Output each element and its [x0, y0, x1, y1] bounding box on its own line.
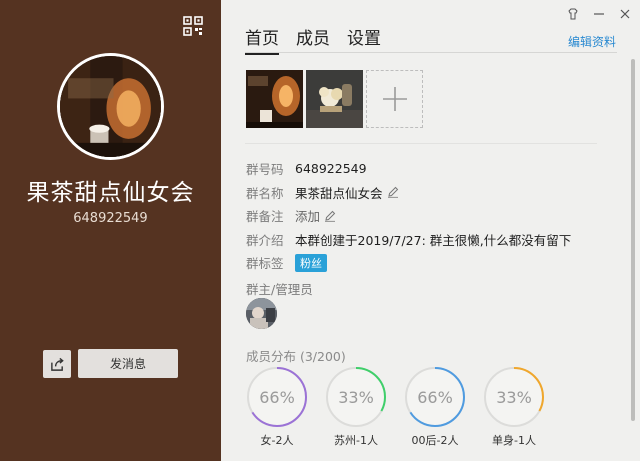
group-tag[interactable]: 粉丝 [295, 253, 327, 272]
ring-percent: 33% [496, 387, 532, 407]
share-icon [50, 357, 64, 371]
ring-percent: 66% [417, 387, 453, 407]
distribution-item: 66% 00后-2人 [403, 366, 467, 448]
add-remark-link[interactable]: 添加 [295, 206, 320, 225]
group-avatar[interactable] [57, 53, 164, 160]
ring-label: 00后-2人 [411, 434, 459, 447]
progress-ring: 66% [404, 366, 466, 428]
info-label: 群名称 [246, 185, 284, 201]
tab-settings[interactable]: 设置 [347, 24, 381, 55]
tab-home[interactable]: 首页 [245, 24, 279, 55]
progress-ring: 66% [246, 366, 308, 428]
left-panel: 果茶甜点仙女会 648922549 发消息 [0, 0, 221, 461]
progress-ring: 33% [483, 366, 545, 428]
progress-ring: 33% [325, 366, 387, 428]
info-row-remark: 群备注 添加 [246, 204, 571, 228]
ring-percent: 33% [338, 387, 374, 407]
distribution-item: 66% 女-2人 [245, 366, 309, 448]
info-row-group-name: 群名称 果茶甜点仙女会 [246, 181, 571, 205]
distribution-item: 33% 单身-1人 [482, 366, 546, 448]
scrollbar[interactable] [631, 59, 635, 421]
photo-strip [246, 70, 423, 128]
info-label: 群介绍 [246, 232, 284, 248]
info-label: 群标签 [246, 256, 284, 272]
distribution-rings: 66% 女-2人 33% 苏州-1人 66% 00后-2人 33% 单身-1人 [245, 366, 546, 448]
info-row-intro: 群介绍 本群创建于2019/7/27: 群主很懒,什么都没有留下 [246, 228, 571, 252]
qr-code-icon[interactable] [183, 16, 203, 36]
info-row-tags: 群标签 粉丝 [246, 251, 571, 275]
ring-percent: 66% [259, 387, 295, 407]
distribution-item: 33% 苏州-1人 [324, 366, 388, 448]
group-photo[interactable] [246, 70, 303, 128]
tab-bar: 首页 成员 设置 [245, 24, 381, 55]
info-label: 群备注 [246, 209, 284, 225]
minimize-icon[interactable] [592, 7, 606, 21]
add-photo-button[interactable] [366, 70, 423, 128]
ring-label: 单身-1人 [492, 434, 536, 447]
plus-icon [382, 87, 407, 111]
window-controls [566, 7, 632, 21]
group-intro-value: 本群创建于2019/7/27: 群主很懒,什么都没有留下 [295, 232, 572, 248]
admins-title: 群主/管理员 [246, 282, 313, 297]
group-photo[interactable] [306, 70, 363, 128]
edit-profile-link[interactable]: 编辑资料 [568, 33, 616, 50]
tab-members[interactable]: 成员 [296, 24, 330, 55]
group-name-title: 果茶甜点仙女会 [26, 180, 195, 206]
share-button[interactable] [43, 350, 71, 378]
info-row-group-number: 群号码 648922549 [246, 157, 571, 181]
group-id-text: 648922549 [73, 211, 148, 226]
right-panel: 首页 成员 设置 编辑资料 群号码 648922549 群名称 果茶甜点仙女会 … [221, 0, 640, 461]
pencil-icon[interactable] [324, 210, 336, 222]
send-message-button[interactable]: 发消息 [78, 349, 178, 378]
pencil-icon[interactable] [387, 186, 399, 198]
group-number-value: 648922549 [295, 161, 367, 177]
info-label: 群号码 [246, 162, 284, 178]
admin-avatar[interactable] [246, 298, 277, 329]
header-divider [245, 52, 617, 53]
ring-label: 女-2人 [260, 434, 294, 447]
group-info: 群号码 648922549 群名称 果茶甜点仙女会 群备注 添加 群介绍 本群创… [246, 157, 571, 275]
group-name-value: 果茶甜点仙女会 [295, 185, 383, 201]
photo-divider [245, 143, 597, 144]
skin-icon[interactable] [566, 7, 580, 21]
member-distribution-title: 成员分布 (3/200) [246, 349, 346, 364]
ring-label: 苏州-1人 [334, 434, 378, 447]
close-icon[interactable] [618, 7, 632, 21]
